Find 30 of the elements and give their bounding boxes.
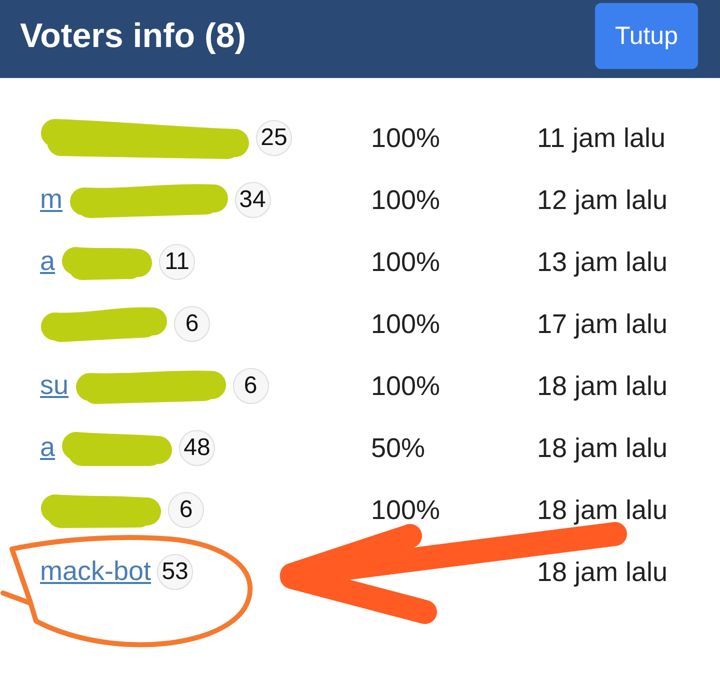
vote-percent: 100% [371, 494, 440, 524]
vote-percent: 100% [371, 370, 440, 400]
vote-percent: 100% [371, 308, 440, 338]
user-link[interactable]: su [40, 371, 69, 401]
user-link[interactable]: mack-bot [40, 557, 152, 587]
vote-time: 18 jam lalu [537, 370, 668, 400]
reputation-badge: 11 [159, 244, 196, 280]
vote-time: 13 jam lalu [537, 246, 668, 276]
reputation-badge: 34 [234, 182, 270, 218]
vote-time: 18 jam lalu [537, 494, 668, 524]
reputation-badge: 25 [256, 120, 292, 156]
vote-time: 11 jam lalu [537, 122, 666, 152]
reputation-badge: 6 [232, 368, 269, 404]
reputation-badge: 6 [174, 306, 210, 342]
vote-percent: 100% [371, 246, 440, 276]
user-link[interactable]: a [40, 247, 56, 277]
vote-time: 12 jam lalu [537, 184, 668, 214]
reputation-badge: 6 [168, 492, 204, 528]
vote-percent: 50% [371, 432, 426, 462]
vote-percent: 100% [371, 184, 440, 214]
dialog-title: Voters info (8) [20, 16, 246, 56]
user-link[interactable]: a [40, 433, 56, 463]
vote-time: 17 jam lalu [537, 308, 668, 338]
reputation-badge: 48 [179, 430, 216, 466]
reputation-badge: 53 [157, 554, 194, 590]
close-button[interactable]: Tutup [594, 3, 698, 69]
vote-time: 18 jam lalu [537, 432, 668, 462]
vote-percent: 100% [371, 122, 440, 152]
user-link[interactable]: m [40, 185, 62, 215]
vote-time: 18 jam lalu [537, 556, 668, 586]
